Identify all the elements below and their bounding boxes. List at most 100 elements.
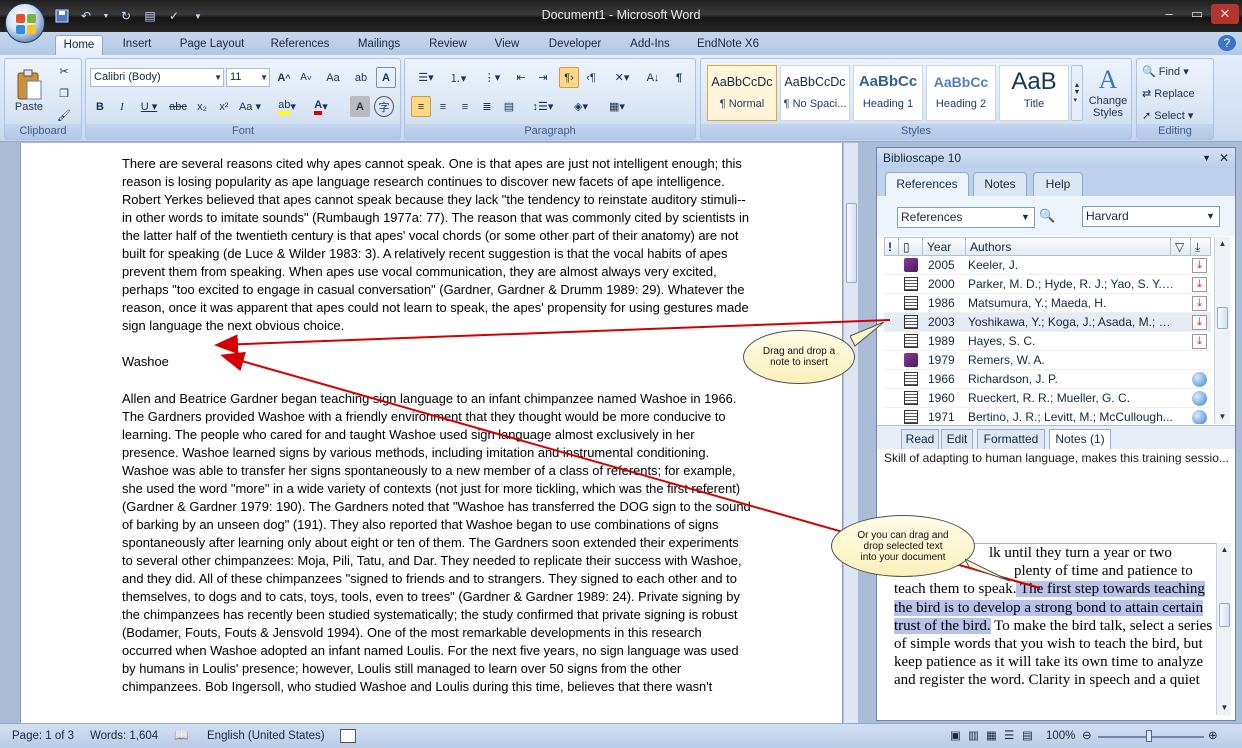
shrink-font-icon[interactable]: A ˅ (296, 67, 316, 88)
paste-button[interactable]: Paste (11, 61, 47, 121)
strikethrough-icon[interactable]: abc (166, 96, 190, 117)
table-row[interactable]: 1989 Hayes, S. C. ⤓ (884, 332, 1211, 351)
scroll-up-icon[interactable]: ▲ (1215, 237, 1230, 251)
table-row[interactable]: 1960 Rueckert, R. R.; Mueller, G. C. (884, 389, 1211, 408)
word-count[interactable]: Words: 1,604 (90, 728, 158, 744)
maximize-icon[interactable]: ▭ (1183, 4, 1211, 24)
change-styles-button[interactable]: A Change Styles (1087, 61, 1129, 123)
table-row[interactable]: 1979 Remers, W. A. (884, 351, 1211, 370)
numbering-icon[interactable]: ⒈▾ (443, 67, 473, 88)
style-normal[interactable]: AaBbCcDc ¶ Normal (707, 65, 777, 121)
justify-icon[interactable]: ≣ (477, 96, 497, 117)
panel-menu-icon[interactable]: ▼ (1202, 148, 1211, 168)
print-layout-icon[interactable]: ▣ (950, 728, 961, 744)
font-color-icon[interactable]: A ▾ (306, 96, 336, 117)
scroll-down-icon[interactable]: ▼ (1215, 410, 1230, 424)
style-heading-1[interactable]: AaBbCc Heading 1 (853, 65, 923, 121)
print-preview-icon[interactable]: ▤ (142, 8, 158, 24)
ltr-icon[interactable]: ¶› (559, 67, 579, 88)
close-icon[interactable]: ✕ (1211, 4, 1239, 24)
heading-washoe[interactable]: Washoe (122, 353, 752, 371)
zoom-out-icon[interactable]: ⊖ (1082, 728, 1092, 744)
distributed-icon[interactable]: ▤ (499, 96, 519, 117)
authors-column-header[interactable]: Authors (967, 238, 1171, 256)
multilevel-list-icon[interactable]: ⋮▾ (477, 67, 507, 88)
replace-button[interactable]: ⇄ Replace (1141, 83, 1211, 104)
tab-notes-1[interactable]: Notes (1) (1049, 429, 1111, 450)
rtl-icon[interactable]: ‹¶ (581, 67, 601, 88)
paragraph[interactable]: Allen and Beatrice Gardner began teachin… (122, 390, 752, 697)
globe-icon[interactable] (1192, 372, 1207, 387)
find-button[interactable]: 🔍 Find ▾ (1141, 61, 1211, 82)
tab-home[interactable]: Home (55, 35, 103, 55)
table-row[interactable]: 2003 Yoshikawa, Y.; Koga, J.; Asada, M.; … (884, 313, 1211, 332)
scroll-thumb[interactable] (1219, 603, 1230, 627)
sort-icon[interactable]: A↓ (643, 67, 663, 88)
tab-notes[interactable]: Notes (973, 172, 1027, 196)
undo-icon[interactable]: ↶ (78, 8, 94, 24)
scroll-down-icon[interactable]: ▼ (1217, 701, 1232, 715)
character-shading-icon[interactable]: A (350, 96, 370, 117)
proofing-icon[interactable]: 📖 (174, 728, 188, 744)
redo-icon[interactable]: ↻ (118, 8, 134, 24)
attachment-column-icon[interactable]: ⤓ (1192, 238, 1211, 256)
font-size-select[interactable]: 11 ▼ (226, 68, 270, 87)
table-row[interactable]: 1986 Matsumura, Y.; Maeda, H. ⤓ (884, 294, 1211, 313)
zoom-slider-thumb[interactable] (1146, 730, 1152, 742)
pdf-icon[interactable]: ⤓ (1192, 315, 1207, 330)
style-no-spacing[interactable]: AaBbCcDc ¶ No Spaci... (780, 65, 850, 121)
tab-developer[interactable]: Developer (540, 35, 610, 55)
panel-close-icon[interactable]: ✕ (1219, 148, 1229, 168)
asian-layout-icon[interactable]: ✕▾ (607, 67, 637, 88)
copy-icon[interactable]: ❐ (53, 83, 75, 104)
align-left-icon[interactable]: ≡ (411, 96, 431, 117)
tab-review[interactable]: Review (420, 35, 476, 55)
zoom-in-icon[interactable]: ⊕ (1208, 728, 1218, 744)
format-painter-icon[interactable]: 🖌 (53, 105, 75, 126)
zoom-level[interactable]: 100% (1046, 728, 1075, 744)
font-name-select[interactable]: Calibri (Body) ▼ (90, 68, 224, 87)
table-row[interactable]: 2000 Parker, M. D.; Hyde, R. J.; Yao, S. … (884, 275, 1211, 294)
highlight-icon[interactable]: ab ▾ (272, 96, 302, 117)
style-title[interactable]: AaB Title (999, 65, 1069, 121)
table-row[interactable]: 1971 Bertino, J. R.; Levitt, M.; McCullou… (884, 408, 1211, 424)
language[interactable]: English (United States) (207, 728, 325, 744)
tab-mailings[interactable]: Mailings (349, 35, 409, 55)
tab-help[interactable]: Help (1033, 172, 1083, 196)
customize-icon[interactable]: ▼ (190, 8, 206, 24)
tab-formatted[interactable]: Formatted (977, 429, 1045, 450)
borders-icon[interactable]: ▦▾ (601, 96, 633, 117)
subscript-icon[interactable]: x₂ (192, 96, 212, 117)
pdf-icon[interactable]: ⤓ (1192, 296, 1207, 311)
increase-indent-icon[interactable]: ⇥ (533, 67, 553, 88)
bold-icon[interactable]: B (90, 96, 110, 117)
tab-references[interactable]: References (262, 35, 338, 55)
character-border-icon[interactable]: A (376, 67, 396, 88)
reference-scrollbar[interactable]: ▲ ▼ (1214, 237, 1230, 424)
table-row[interactable]: 1966 Richardson, J. P. (884, 370, 1211, 389)
italic-icon[interactable]: I (112, 96, 132, 117)
tab-insert[interactable]: Insert (112, 35, 162, 55)
scroll-thumb[interactable] (846, 203, 857, 283)
draft-icon[interactable]: ▤ (1022, 728, 1033, 744)
line-spacing-icon[interactable]: ↕☰▾ (527, 96, 559, 117)
clear-formatting-icon[interactable]: Aa (322, 67, 344, 88)
table-row[interactable]: 2005 Keeler, J. ⤓ (884, 256, 1211, 275)
help-icon[interactable]: ? (1218, 35, 1236, 51)
underline-icon[interactable]: U ▾ (136, 96, 162, 117)
tab-endnote-x6[interactable]: EndNote X6 (690, 35, 766, 55)
show-marks-icon[interactable]: ¶ (669, 67, 689, 88)
scroll-thumb[interactable] (1217, 307, 1228, 329)
globe-icon[interactable] (1192, 410, 1207, 424)
search-icon[interactable]: 🔍 (1039, 208, 1055, 224)
document-body[interactable]: There are several reasons cited why apes… (122, 155, 752, 714)
web-layout-icon[interactable]: ▦ (986, 728, 997, 744)
filter-column-icon[interactable]: ▽ (1172, 238, 1191, 256)
minimize-icon[interactable]: – (1155, 4, 1183, 24)
shading-icon[interactable]: ◈▾ (565, 96, 597, 117)
grow-font-icon[interactable]: A ^ (274, 67, 294, 88)
styles-scroll-icon[interactable]: ▲ ▼ ▾ (1071, 65, 1083, 121)
folder-select[interactable]: References ▼ (897, 207, 1035, 228)
pdf-icon[interactable]: ⤓ (1192, 277, 1207, 292)
bullets-icon[interactable]: ☰▾ (411, 67, 441, 88)
